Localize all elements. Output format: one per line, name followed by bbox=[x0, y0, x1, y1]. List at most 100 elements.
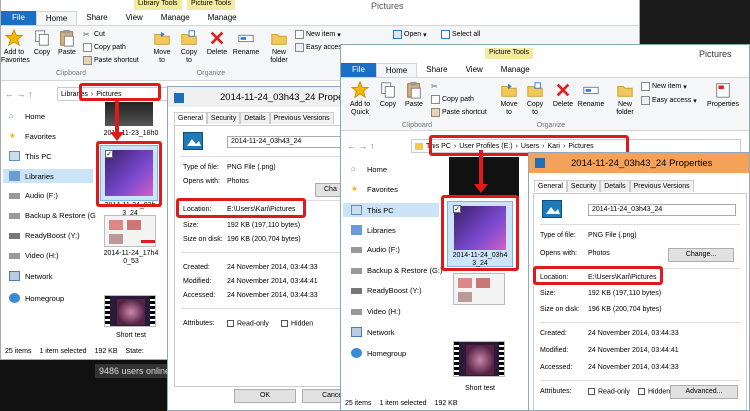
drive-icon bbox=[9, 212, 20, 219]
tab-previous-versions[interactable]: Previous Versions bbox=[269, 112, 334, 124]
nav-audio-label: Audio (F:) bbox=[367, 245, 400, 254]
nav-libraries[interactable]: Libraries bbox=[3, 169, 93, 183]
change-button[interactable]: Change... bbox=[668, 248, 734, 262]
film-strip-icon bbox=[150, 296, 155, 326]
front-nav-arrows[interactable]: ← → ↑ bbox=[347, 141, 375, 151]
delete-icon bbox=[210, 31, 224, 45]
add-to-favorites-button[interactable]: Add to Favorites bbox=[1, 29, 30, 65]
hidden-checkbox[interactable]: Hidden bbox=[638, 388, 670, 395]
nav-backup-restore[interactable]: Backup & Restore (G:) bbox=[351, 266, 442, 275]
tab-view[interactable]: View bbox=[117, 11, 152, 25]
move-to-button[interactable]: Move to bbox=[497, 81, 521, 117]
nav-network[interactable]: Network bbox=[351, 327, 395, 337]
tab-details[interactable]: Details bbox=[240, 112, 270, 124]
delete-button[interactable]: Delete bbox=[205, 29, 229, 57]
new-folder-button[interactable]: New folder bbox=[267, 29, 291, 65]
tab-previous-versions[interactable]: Previous Versions bbox=[629, 180, 694, 192]
paste-button[interactable]: Paste bbox=[56, 29, 78, 57]
tab-details[interactable]: Details bbox=[600, 180, 630, 192]
nav-home[interactable]: ⌂ Home bbox=[9, 111, 45, 121]
video-thumbnail[interactable] bbox=[104, 295, 156, 327]
rename-button[interactable]: Rename bbox=[577, 81, 605, 109]
file-name-label[interactable]: 2014-11-24_17h4 0_53 bbox=[102, 250, 160, 266]
file-name-label[interactable]: Short test bbox=[102, 332, 160, 340]
nav-video[interactable]: Video (H:) bbox=[9, 251, 59, 260]
nav-favorites[interactable]: ★ Favorites bbox=[351, 184, 398, 194]
properties-button[interactable]: Properties bbox=[703, 81, 743, 109]
tab-manage[interactable]: Manage bbox=[152, 11, 199, 25]
nav-backup-restore[interactable]: Backup & Restore (G bbox=[9, 211, 96, 220]
paste-shortcut-button[interactable]: Paste shortcut bbox=[83, 56, 139, 65]
ok-button[interactable]: OK bbox=[234, 389, 296, 403]
picture-tools-tab[interactable]: Picture Tools bbox=[485, 48, 533, 59]
tab-share[interactable]: Share bbox=[417, 63, 456, 77]
organize-group-label: Organize bbox=[536, 122, 566, 129]
readonly-checkbox[interactable]: Read-only bbox=[588, 388, 630, 395]
new-folder-button[interactable]: New folder bbox=[613, 81, 637, 117]
file-thumbnail[interactable] bbox=[453, 273, 505, 305]
filename-field[interactable]: 2014-11-24_03h43_24 bbox=[588, 204, 736, 216]
nav-homegroup[interactable]: Homegroup bbox=[351, 348, 406, 358]
nav-audio[interactable]: Audio (F:) bbox=[9, 191, 58, 200]
library-tools-tab[interactable]: Library Tools bbox=[134, 0, 182, 10]
nav-readyboost[interactable]: ReadyBoost (Y:) bbox=[351, 286, 422, 295]
tab-file[interactable]: File bbox=[341, 63, 376, 77]
add-to-quick-button[interactable]: Add to Quick bbox=[345, 81, 375, 117]
nav-home[interactable]: ⌂ Home bbox=[351, 164, 387, 174]
video-thumbnail[interactable] bbox=[453, 341, 505, 377]
nav-this-pc[interactable]: This PC bbox=[343, 203, 439, 217]
readonly-checkbox[interactable]: Read-only bbox=[227, 320, 269, 327]
easy-access-button[interactable]: Easy access bbox=[295, 43, 345, 52]
select-all-button[interactable]: Select all bbox=[441, 30, 480, 39]
file-thumbnail[interactable] bbox=[104, 215, 156, 247]
nav-homegroup[interactable]: Homegroup bbox=[9, 293, 64, 303]
copy-path-button[interactable]: Copy path bbox=[83, 43, 126, 52]
tab-general[interactable]: General bbox=[534, 180, 567, 192]
tab-file[interactable]: File bbox=[1, 11, 36, 25]
nav-audio[interactable]: Audio (F:) bbox=[351, 245, 400, 254]
new-item-button[interactable]: New item ▾ bbox=[295, 30, 341, 39]
nav-readyboost-label: ReadyBoost (Y:) bbox=[25, 231, 80, 240]
nav-readyboost[interactable]: ReadyBoost (Y:) bbox=[9, 231, 80, 240]
tab-security[interactable]: Security bbox=[566, 180, 601, 192]
cut-button[interactable]: ✂ bbox=[431, 82, 440, 91]
tab-view[interactable]: View bbox=[457, 63, 492, 77]
tab-manage-2[interactable]: Manage bbox=[199, 11, 246, 25]
file-thumbnail[interactable] bbox=[104, 101, 154, 127]
tab-share[interactable]: Share bbox=[77, 11, 116, 25]
copy-path-button[interactable]: Copy path bbox=[431, 95, 474, 104]
copy-to-label: Copy to bbox=[180, 49, 198, 64]
tab-security[interactable]: Security bbox=[206, 112, 241, 124]
tab-manage[interactable]: Manage bbox=[492, 63, 539, 77]
nav-this-pc[interactable]: This PC bbox=[9, 151, 52, 161]
cut-button[interactable]: ✂ Cut bbox=[83, 30, 105, 39]
delete-button[interactable]: Delete bbox=[551, 81, 575, 109]
paste-shortcut-button[interactable]: Paste shortcut bbox=[431, 108, 487, 117]
tab-home[interactable]: Home bbox=[35, 11, 78, 25]
paste-button[interactable]: Paste bbox=[403, 81, 425, 109]
new-folder-icon bbox=[617, 85, 633, 97]
back-nav-arrows[interactable]: ← → ↑ bbox=[5, 89, 33, 99]
easy-access-button[interactable]: Easy access ▾ bbox=[641, 96, 697, 105]
tab-general[interactable]: General bbox=[174, 112, 207, 124]
picture-tools-tab[interactable]: Picture Tools bbox=[187, 0, 235, 10]
drive-icon bbox=[9, 192, 20, 199]
copy-to-button[interactable]: Copy to bbox=[523, 81, 547, 117]
nav-libraries[interactable]: Libraries bbox=[351, 225, 396, 235]
file-name-label[interactable]: Short test bbox=[451, 385, 509, 393]
copy-to-button[interactable]: Copy to bbox=[177, 29, 201, 65]
hidden-checkbox[interactable]: Hidden bbox=[281, 320, 313, 327]
open-button[interactable]: Open ▾ bbox=[393, 30, 427, 39]
nav-home-label: Home bbox=[25, 111, 46, 121]
copy-button[interactable]: Copy bbox=[31, 29, 53, 57]
rename-button[interactable]: Rename bbox=[232, 29, 260, 57]
new-item-button[interactable]: New item ▾ bbox=[641, 82, 687, 91]
nav-network[interactable]: Network bbox=[9, 271, 53, 281]
hidden-label: Hidden bbox=[291, 320, 314, 328]
move-to-button[interactable]: Move to bbox=[150, 29, 174, 65]
tab-home[interactable]: Home bbox=[375, 63, 418, 77]
nav-favorites[interactable]: ★ Favorites bbox=[9, 131, 56, 141]
nav-video[interactable]: Video (H:) bbox=[351, 307, 401, 316]
copy-button[interactable]: Copy bbox=[377, 81, 399, 109]
advanced-button[interactable]: Advanced... bbox=[670, 385, 738, 399]
